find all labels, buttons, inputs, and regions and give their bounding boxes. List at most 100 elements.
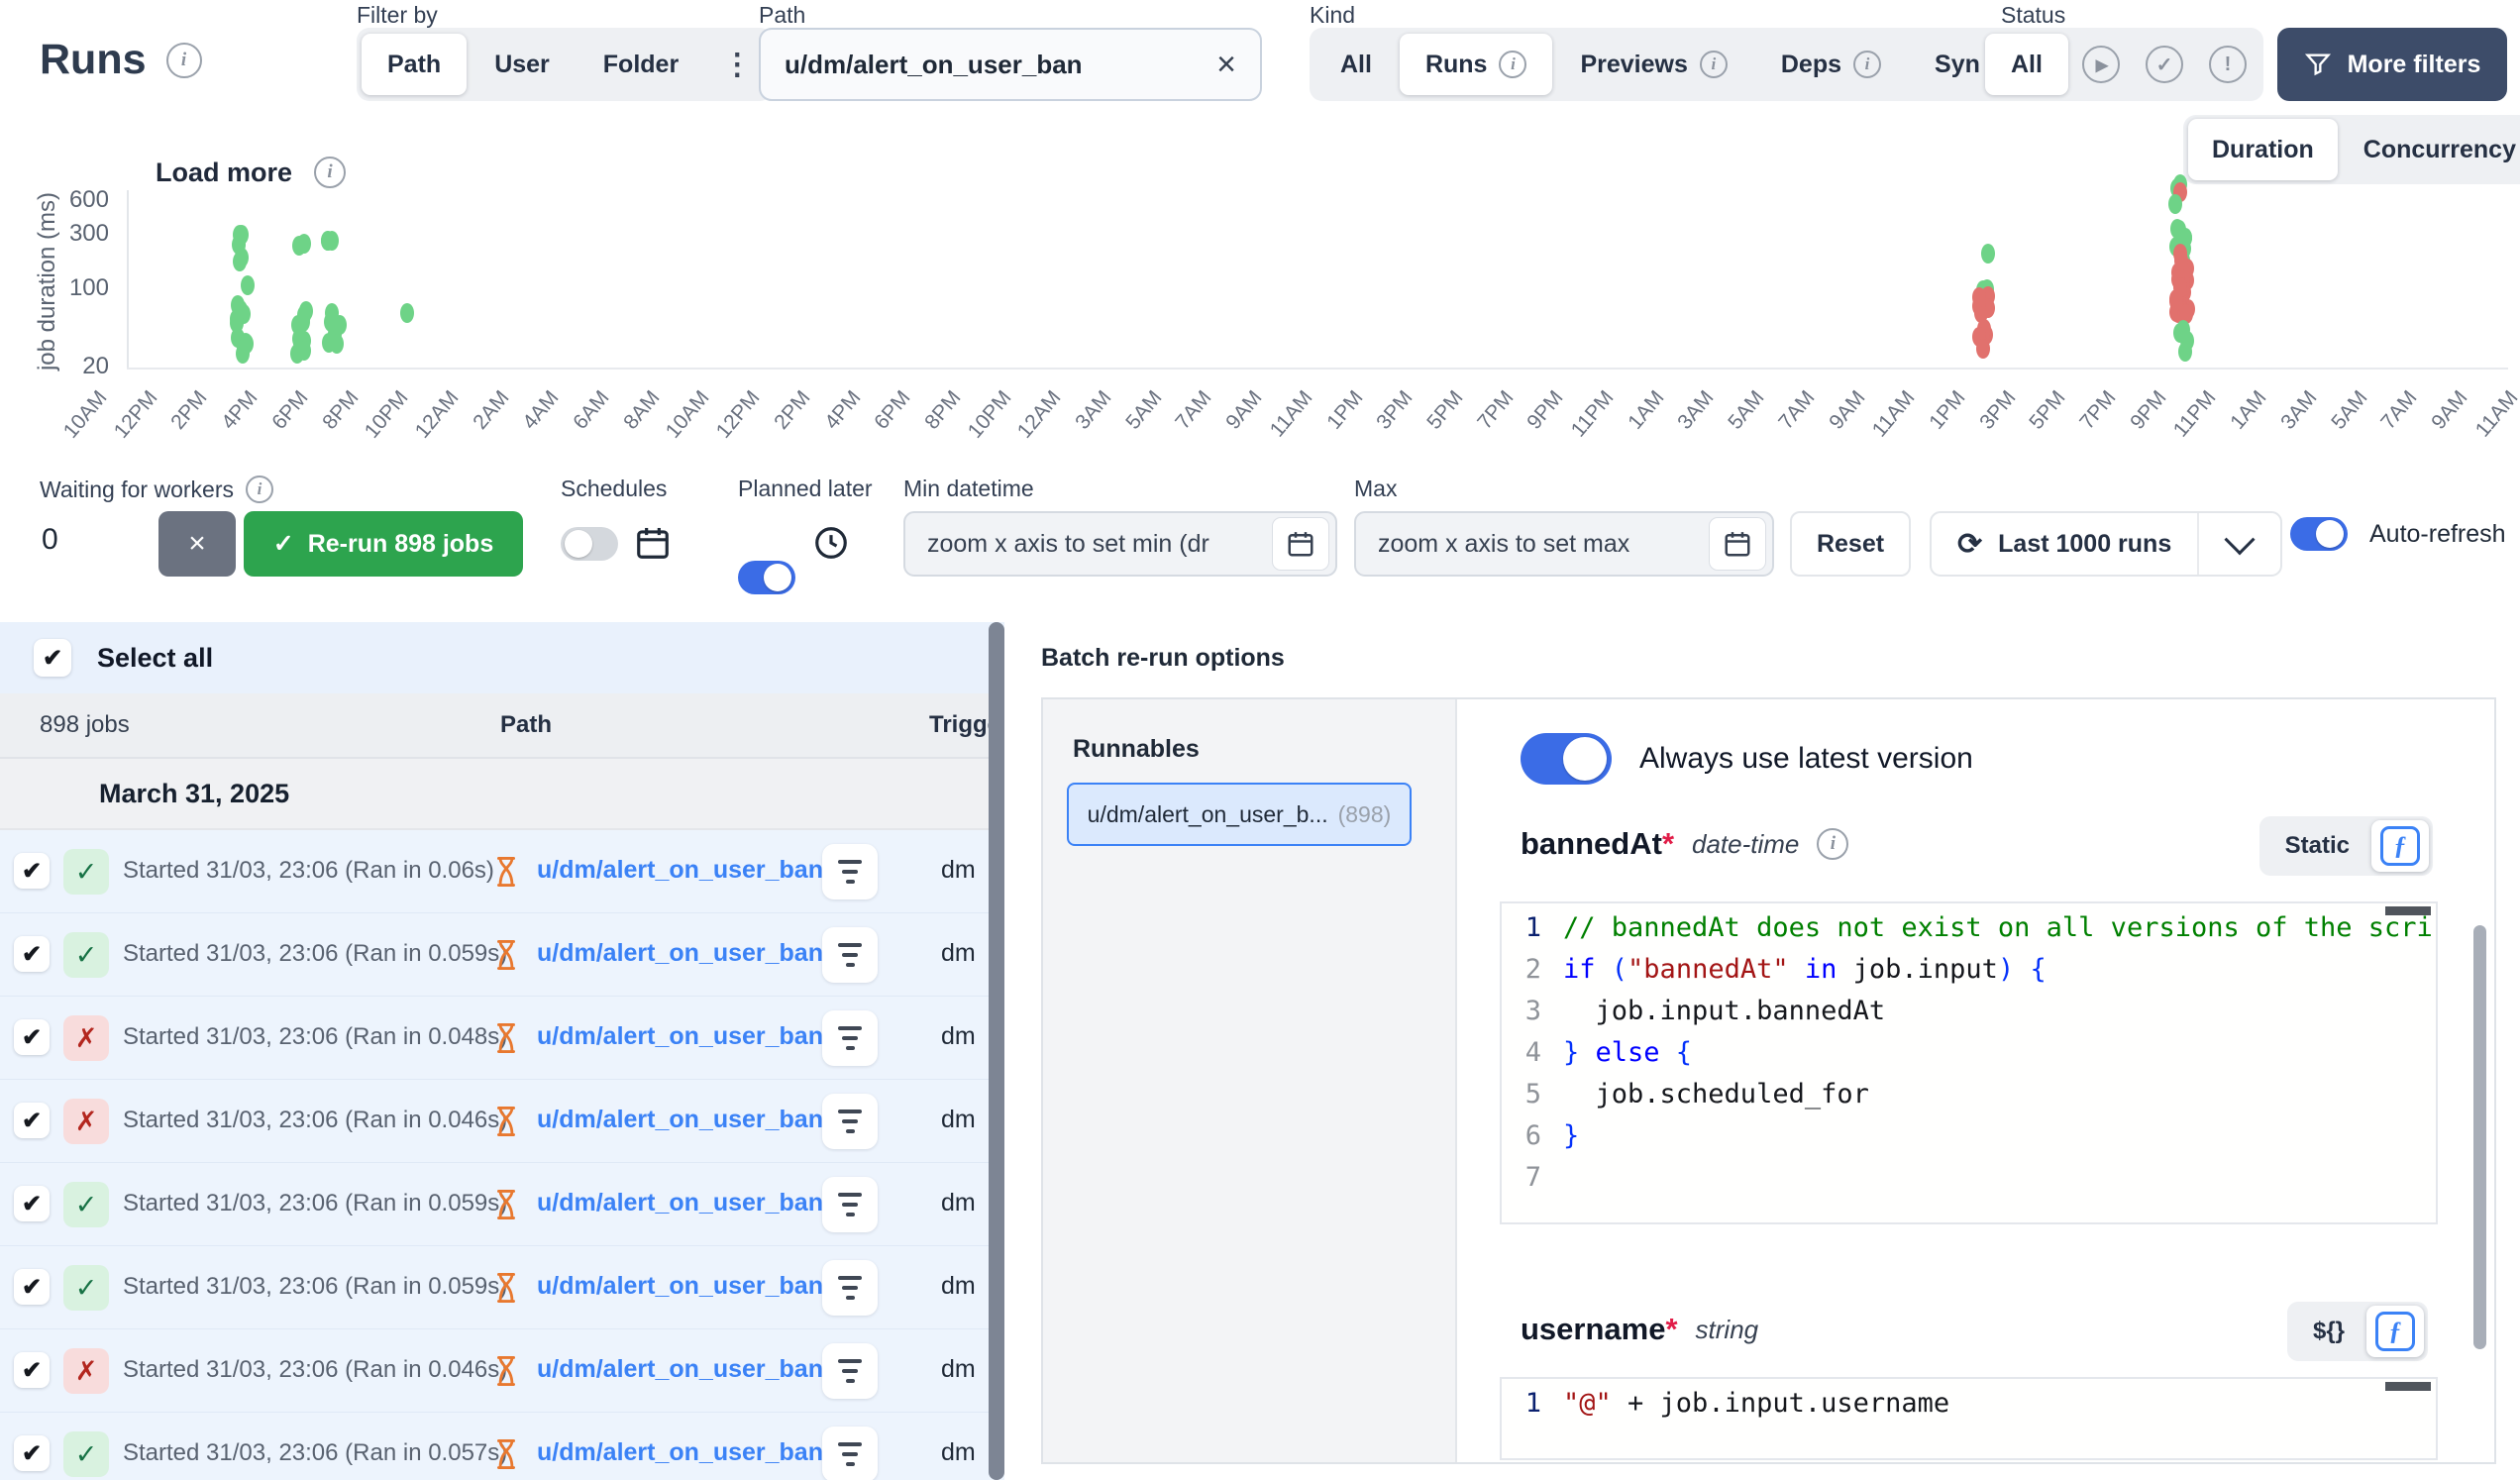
filter-path-button[interactable] (822, 1094, 878, 1149)
latest-version-toggle[interactable] (1521, 733, 1612, 785)
filter-by-folder[interactable]: Folder (578, 34, 704, 95)
function-mode-option[interactable] (2371, 820, 2429, 872)
filter-path-button[interactable] (822, 1427, 878, 1480)
row-checkbox[interactable] (14, 1352, 50, 1388)
planned-later-toggle[interactable] (738, 561, 795, 594)
row-checkbox[interactable] (14, 1019, 50, 1055)
job-row[interactable]: ✗ Started 31/03, 23:06 (Ran in 0.046s) u… (0, 1080, 1004, 1163)
max-datetime-field[interactable]: zoom x axis to set max (1354, 511, 1774, 577)
row-checkbox[interactable] (14, 1269, 50, 1305)
job-path-link[interactable]: u/dm/alert_on_user_ban (537, 1355, 823, 1384)
triggered-by: dm (941, 1438, 976, 1467)
bannedat-code-editor[interactable]: 1// bannedAt does not exist on all versi… (1500, 901, 2438, 1224)
schedules-toggle[interactable] (561, 527, 618, 561)
scatter-point-failure (1972, 287, 1986, 307)
x-axis-ticks[interactable]: 10AM12PM2PM4PM6PM8PM10PM12AM2AM4AM6AM8AM… (0, 380, 2520, 470)
min-datetime-value: zoom x axis to set min (dr (927, 530, 1272, 559)
filter-path-button[interactable] (822, 1177, 878, 1232)
static-mode-option[interactable]: Static (2263, 832, 2371, 860)
job-path-link[interactable]: u/dm/alert_on_user_ban (537, 1106, 823, 1134)
kind-tab-previews[interactable]: Previews (1554, 34, 1752, 95)
rerun-jobs-button[interactable]: ✓Re-run 898 jobs (244, 511, 523, 577)
row-checkbox[interactable] (14, 1435, 50, 1471)
job-row[interactable]: ✓ Started 31/03, 23:06 (Ran in 0.059s) u… (0, 1246, 1004, 1329)
job-path-link[interactable]: u/dm/alert_on_user_ban (537, 1189, 823, 1217)
scatter-point-success (235, 225, 249, 245)
bannedat-info-icon[interactable] (1817, 828, 1848, 860)
scatter-point-failure (2173, 182, 2187, 202)
kind-tab-runs[interactable]: Runs (1400, 34, 1553, 95)
scatter-point-success (2180, 331, 2194, 351)
scatter-point-success (2169, 237, 2183, 257)
status-badge: ✗ (63, 1015, 109, 1061)
job-path-link[interactable]: u/dm/alert_on_user_ban (537, 1438, 823, 1467)
tab-concurrency[interactable]: Concurrency (2340, 119, 2520, 180)
status-badge: ✓ (63, 932, 109, 978)
scatter-point-failure (2174, 267, 2188, 287)
username-code-editor[interactable]: 1"@" + job.input.username (1500, 1377, 2438, 1460)
runnable-item[interactable]: u/dm/alert_on_user_b... (898) (1067, 783, 1412, 846)
filter-by-path[interactable]: Path (362, 34, 467, 95)
filter-path-button[interactable] (822, 1343, 878, 1399)
scatter-point-failure (1979, 295, 1993, 315)
job-path-link[interactable]: u/dm/alert_on_user_ban (537, 1272, 823, 1301)
template-mode-option[interactable]: ${} (2291, 1318, 2366, 1345)
row-checkbox[interactable] (14, 853, 50, 889)
scatter-point-failure (2173, 297, 2187, 317)
clear-path-icon[interactable]: × (1216, 48, 1236, 81)
editor-scrollbar[interactable] (2385, 1382, 2431, 1391)
filter-path-button[interactable] (822, 1260, 878, 1316)
page-title-text: Runs (40, 36, 147, 84)
job-row[interactable]: ✓ Started 31/03, 23:06 (Ran in 0.059s) u… (0, 913, 1004, 997)
more-filters-button[interactable]: More filters (2277, 28, 2507, 101)
status-tab-success[interactable] (2134, 34, 2195, 95)
kind-tab-deps[interactable]: Deps (1755, 34, 1907, 95)
page-title: Runs (40, 36, 202, 84)
auto-refresh-label: Auto-refresh (2369, 520, 2506, 549)
reset-button[interactable]: Reset (1790, 511, 1911, 577)
max-calendar-button[interactable] (1709, 517, 1766, 571)
list-scrollbar[interactable] (989, 622, 1004, 1480)
x-tick: 5PM (2026, 386, 2071, 435)
tab-duration[interactable]: Duration (2188, 119, 2338, 180)
status-tab-failure[interactable] (2197, 34, 2258, 95)
cancel-selection-button[interactable]: × (158, 511, 236, 577)
job-row[interactable]: ✗ Started 31/03, 23:06 (Ran in 0.048s) u… (0, 997, 1004, 1080)
panel-scrollbar[interactable] (2473, 925, 2486, 1349)
editor-scrollbar[interactable] (2385, 906, 2431, 915)
filter-path-button[interactable] (822, 1010, 878, 1066)
job-path-link[interactable]: u/dm/alert_on_user_ban (537, 856, 823, 885)
job-row[interactable]: ✓ Started 31/03, 23:06 (Ran in 0.06s) u/… (0, 830, 1004, 913)
min-datetime-label: Min datetime (903, 476, 1034, 502)
job-start-text: Started 31/03, 23:06 (Ran in 0.046s) (123, 1107, 507, 1134)
kind-tab-all[interactable]: All (1314, 34, 1398, 95)
row-checkbox[interactable] (14, 936, 50, 972)
filter-path-button[interactable] (822, 844, 878, 899)
auto-refresh-toggle[interactable] (2290, 517, 2348, 551)
last-runs-dropdown-button[interactable] (2197, 513, 2280, 575)
x-axis-line (127, 368, 2508, 370)
job-row[interactable]: ✓ Started 31/03, 23:06 (Ran in 0.059s) u… (0, 1163, 1004, 1246)
status-tab-running[interactable] (2070, 34, 2132, 95)
waiting-for-workers-label: Waiting for workers (40, 476, 273, 503)
job-row[interactable]: ✓ Started 31/03, 23:06 (Ran in 0.057s) u… (0, 1413, 1004, 1480)
job-row[interactable]: ✗ Started 31/03, 23:06 (Ran in 0.046s) u… (0, 1329, 1004, 1413)
job-start-text: Started 31/03, 23:06 (Ran in 0.059s) (123, 940, 507, 968)
function-mode-option[interactable] (2366, 1306, 2424, 1357)
select-all-checkbox[interactable] (34, 639, 71, 677)
job-path-link[interactable]: u/dm/alert_on_user_ban (537, 1022, 823, 1051)
runs-info-icon[interactable] (166, 43, 202, 78)
min-datetime-field[interactable]: zoom x axis to set min (dr (903, 511, 1337, 577)
min-calendar-button[interactable] (1272, 517, 1329, 571)
path-input[interactable] (785, 50, 1216, 80)
filter-by-user[interactable]: User (469, 34, 576, 95)
row-checkbox[interactable] (14, 1186, 50, 1221)
job-path-link[interactable]: u/dm/alert_on_user_ban (537, 939, 823, 968)
x-tick: 9AM (1221, 386, 1267, 435)
load-more-button[interactable]: Load more (156, 157, 346, 188)
row-checkbox[interactable] (14, 1103, 50, 1138)
filter-path-button[interactable] (822, 927, 878, 983)
status-tab-all[interactable]: All (1985, 34, 2068, 95)
bannedat-mode-toggle: Static (2259, 816, 2433, 876)
last-runs-button[interactable]: ⟳ Last 1000 runs (1932, 513, 2197, 575)
